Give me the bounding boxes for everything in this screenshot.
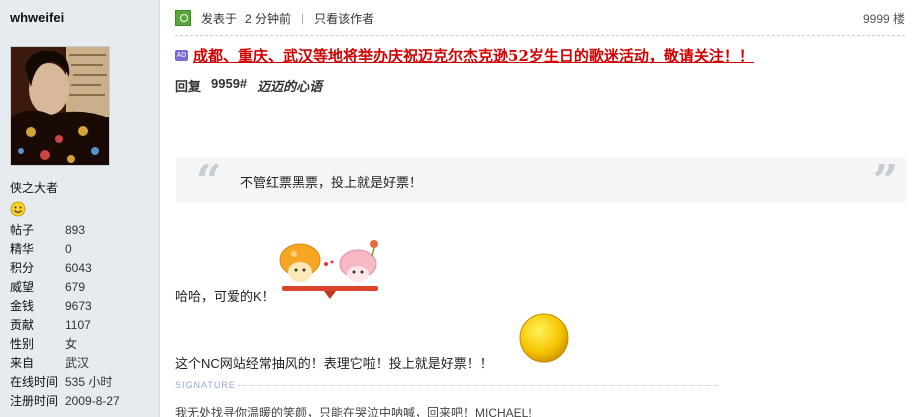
stat-row: 在线时间 535 小时 bbox=[10, 373, 155, 392]
stat-row: 贡献 1107 bbox=[10, 316, 155, 335]
stat-label: 来自 bbox=[10, 356, 35, 370]
stat-value: 679 bbox=[65, 280, 86, 294]
online-status-icon bbox=[175, 10, 191, 26]
stat-label: 在线时间 bbox=[10, 375, 59, 389]
stat-label: 帖子 bbox=[10, 223, 35, 237]
close-quote-icon: ” bbox=[872, 156, 898, 207]
stat-label: 注册时间 bbox=[10, 394, 59, 408]
user-title: 侠之大者 bbox=[10, 181, 59, 195]
only-author-link[interactable]: 只看该作者 bbox=[314, 10, 374, 27]
stat-label: 威望 bbox=[10, 280, 35, 294]
stat-label: 金钱 bbox=[10, 299, 35, 313]
stat-value: 1107 bbox=[65, 318, 91, 332]
stat-label: 积分 bbox=[10, 261, 35, 275]
stat-label: 贡献 bbox=[10, 318, 35, 332]
open-quote-icon: “ bbox=[196, 156, 222, 207]
post-text-line: 哈哈，可爱的K！ bbox=[175, 289, 275, 304]
signature-label: SIGNATURE bbox=[175, 380, 236, 390]
avatar[interactable] bbox=[10, 46, 110, 166]
stat-label: 性别 bbox=[10, 337, 35, 351]
reply-label: 回复 bbox=[175, 79, 202, 94]
username-link[interactable]: whweifei bbox=[10, 10, 64, 25]
ad-badge: AD bbox=[175, 50, 188, 61]
quote-block: “ 不管红票黑票，投上就是好票！ ” bbox=[176, 156, 906, 207]
separator: | bbox=[301, 11, 305, 25]
user-stats: 帖子 893 精华 0 积分 6043 威望 679 金钱 9673 贡献 1107 性别 女… bbox=[10, 221, 155, 411]
posted-label: 发表于 bbox=[201, 11, 238, 26]
reply-number: 9959# bbox=[211, 76, 248, 91]
posted-time: 2 分钟前 bbox=[245, 11, 292, 26]
ad-row: AD 成都、重庆、武汉等地将举办庆祝迈克尔杰克逊52岁生日的歌迷活动，敬请关注！… bbox=[175, 45, 754, 66]
stat-row: 性别 女 bbox=[10, 335, 155, 354]
yellow-ball-emoji-icon bbox=[518, 312, 570, 364]
stat-value: 9673 bbox=[65, 299, 92, 313]
stat-row: 注册时间 2009-8-27 bbox=[10, 392, 155, 411]
post-text-line: 这个NC网站经常抽风的！表理它啦！投上就是好票！！ bbox=[175, 356, 493, 371]
stat-label: 精华 bbox=[10, 242, 35, 256]
stat-value: 6043 bbox=[65, 261, 92, 275]
stat-row: 积分 6043 bbox=[10, 259, 155, 278]
stat-row: 来自 武汉 bbox=[10, 354, 155, 373]
signature-divider bbox=[238, 385, 718, 386]
stat-row: 金钱 9673 bbox=[10, 297, 155, 316]
user-sidebar: whweifei 侠之大者 帖子 893 精华 0 积分 6043 威望 679… bbox=[0, 0, 160, 417]
smiley-rank-icon bbox=[10, 201, 26, 217]
floor-number: 9999 楼 bbox=[862, 11, 905, 26]
signature-text: 我无处找寻你温暖的笑颜，只能在哭泣中呐喊，回来吧！MICHAEL! bbox=[175, 406, 532, 417]
reply-title: 迈迈的心语 bbox=[257, 79, 323, 94]
stat-value[interactable]: 893 bbox=[65, 221, 85, 240]
stat-value: 女 bbox=[65, 337, 78, 351]
stat-row: 帖子 893 bbox=[10, 221, 155, 240]
ad-link[interactable]: 成都、重庆、武汉等地将举办庆祝迈克尔杰克逊52岁生日的歌迷活动，敬请关注！！ bbox=[193, 45, 754, 66]
stat-row: 威望 679 bbox=[10, 278, 155, 297]
stat-value: 535 小时 bbox=[65, 375, 113, 389]
seesaw-emoji-icon bbox=[276, 236, 386, 300]
stat-value: 2009-8-27 bbox=[65, 394, 120, 408]
reply-heading: 回复 9959# 迈迈的心语 bbox=[175, 76, 322, 95]
stat-value: 武汉 bbox=[65, 356, 90, 370]
post-header: 发表于 2 分钟前 | 只看该作者 9999 楼 bbox=[175, 7, 905, 29]
stat-value: 0 bbox=[65, 242, 72, 256]
divider bbox=[175, 35, 905, 36]
quote-text: 不管红票黑票，投上就是好票！ bbox=[240, 175, 423, 190]
stat-row: 精华 0 bbox=[10, 240, 155, 259]
